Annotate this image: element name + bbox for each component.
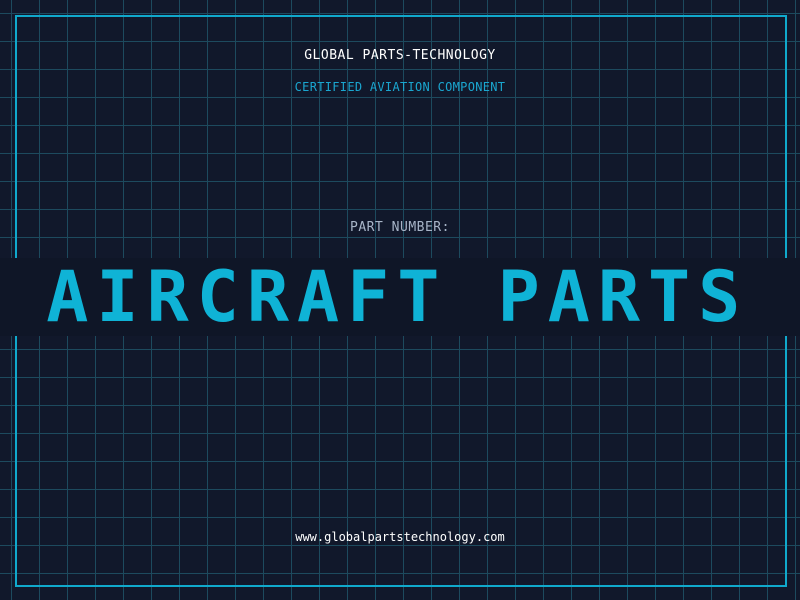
part-number-marquee: P AIRCRAFT PARTS D xyxy=(0,258,800,336)
brand-title: GLOBAL PARTS-TECHNOLOGY xyxy=(304,48,496,63)
part-number-label: PART NUMBER: xyxy=(350,220,450,235)
certification-subtitle: CERTIFIED AVIATION COMPONENT xyxy=(294,80,506,94)
marquee-band: P AIRCRAFT PARTS D xyxy=(0,258,800,336)
website-url[interactable]: www.globalpartstechnology.com xyxy=(0,530,800,544)
